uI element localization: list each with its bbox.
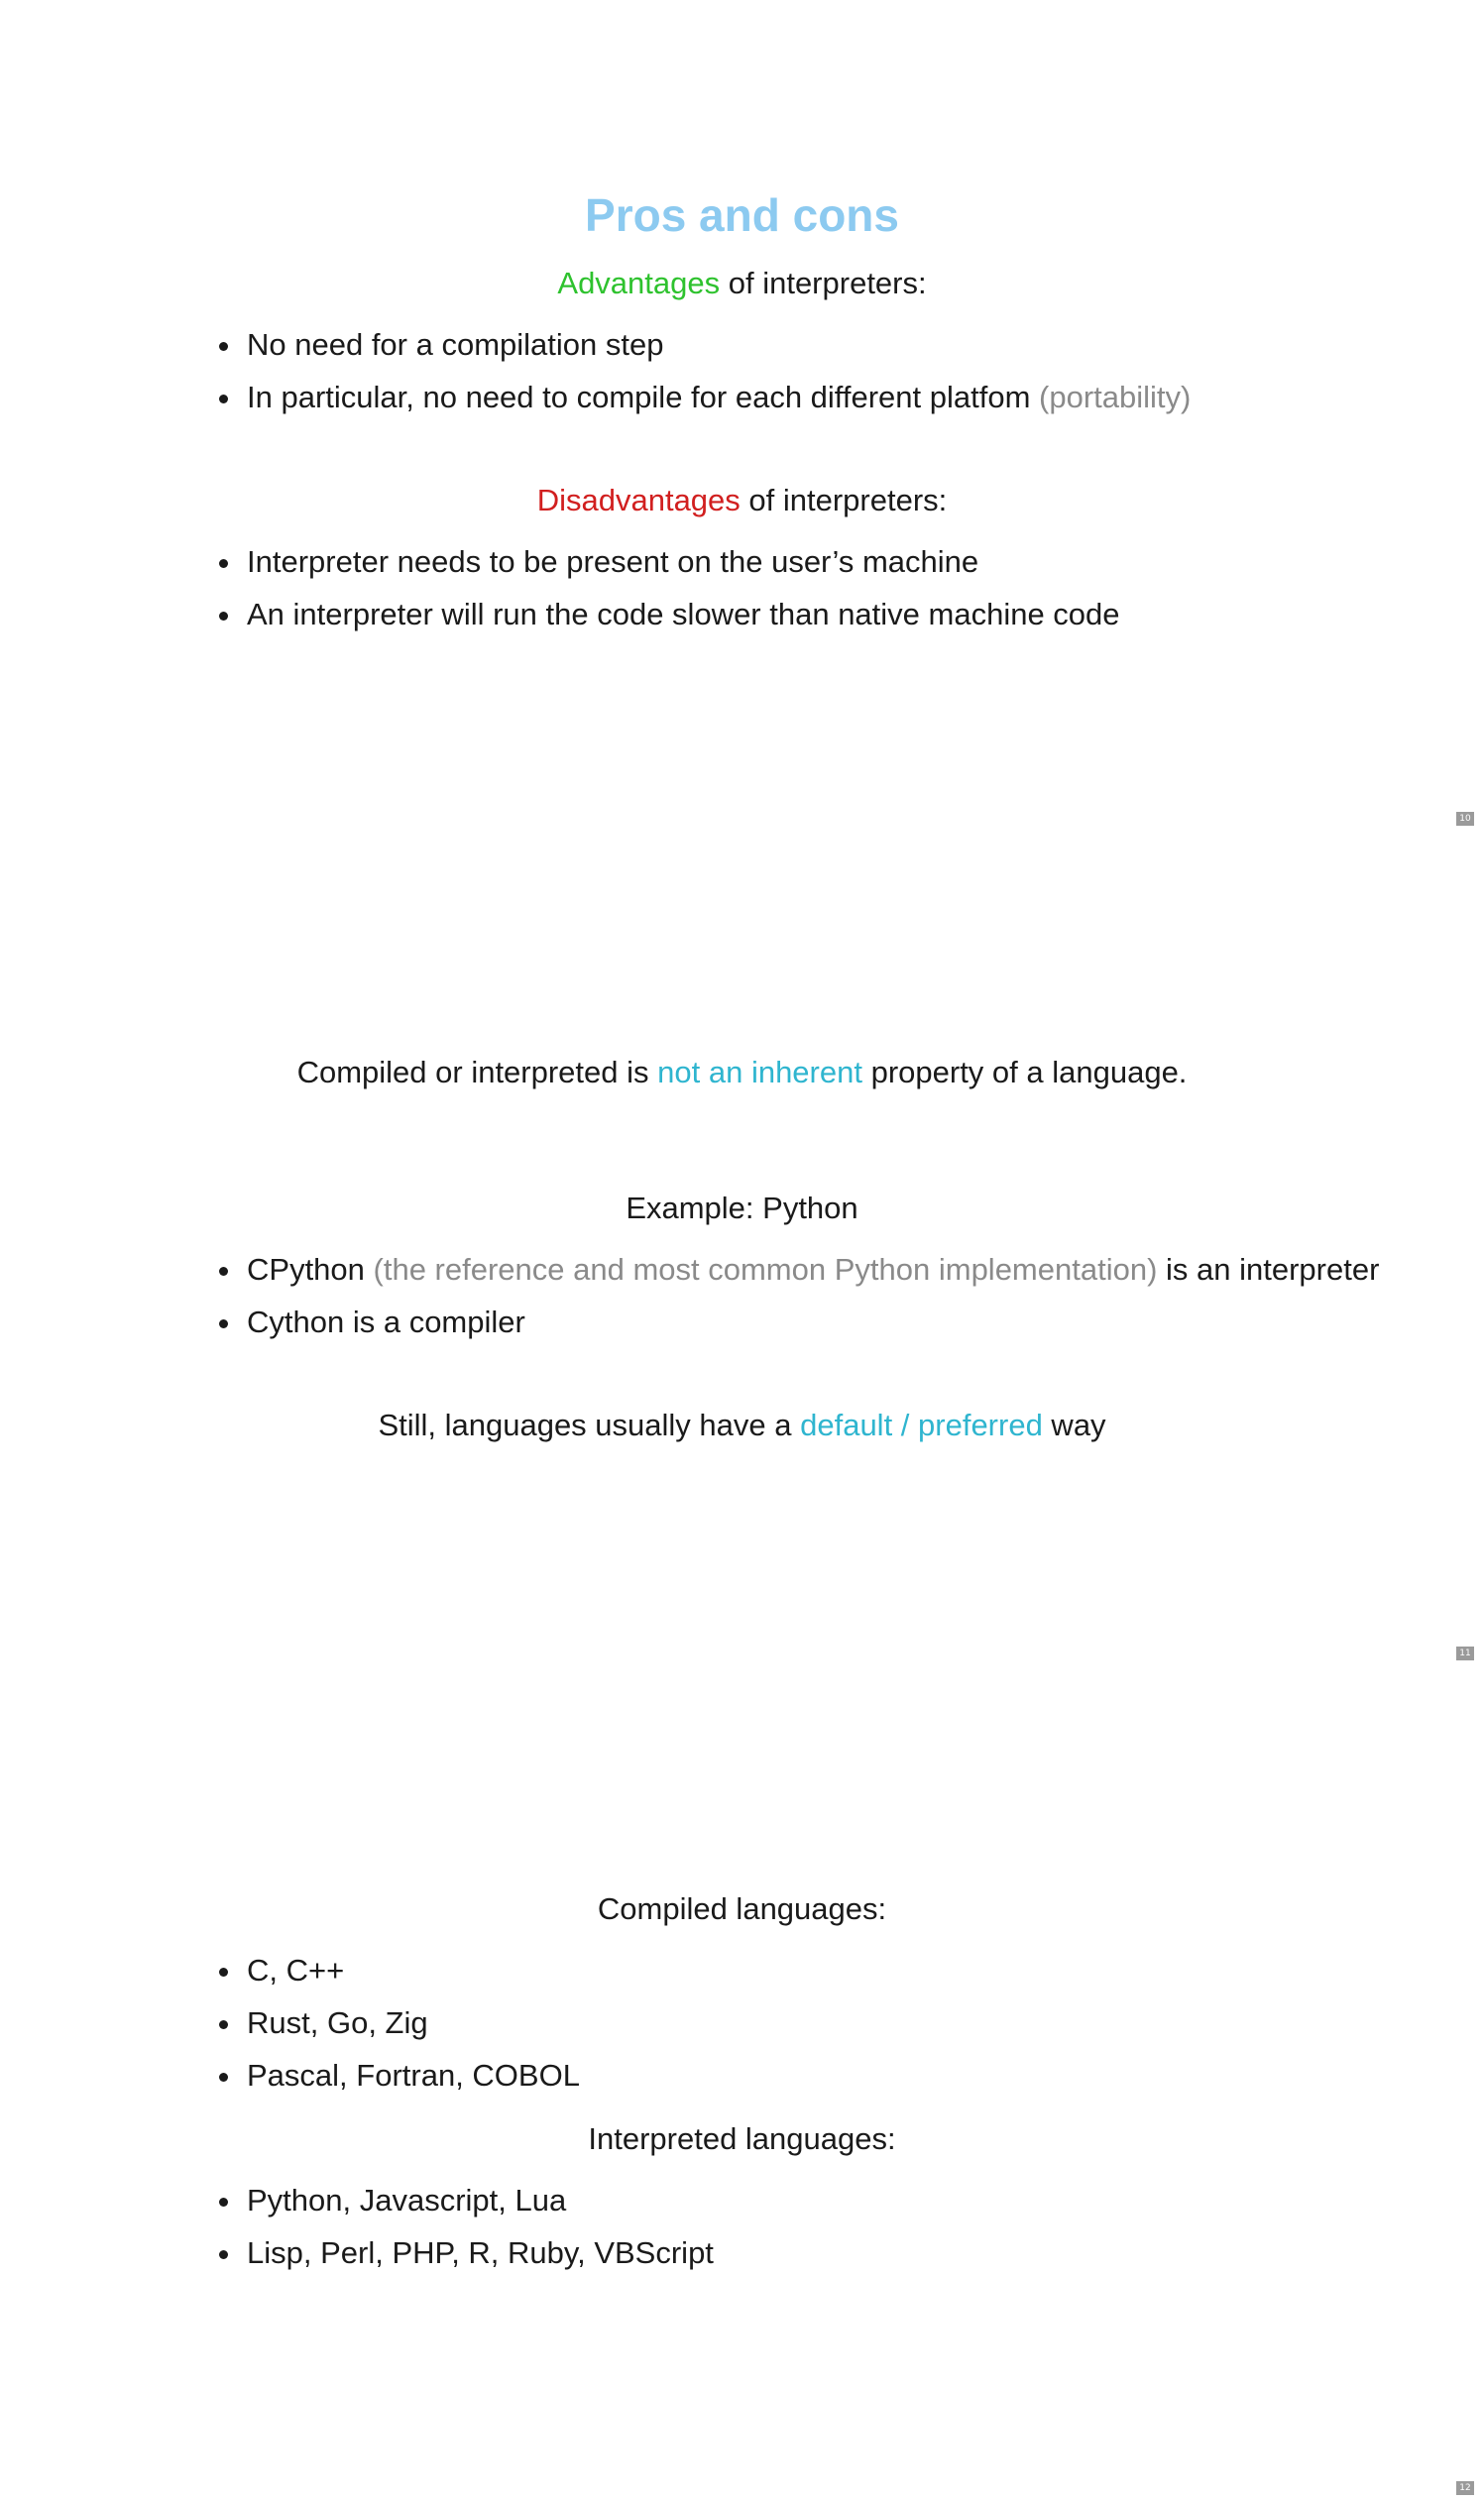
advantages-list: No need for a compilation step In partic… — [213, 325, 1191, 430]
list-item: C, C++ — [213, 1951, 580, 1991]
page-number-badge: 10 — [1456, 812, 1474, 826]
bullet-icon — [219, 1968, 228, 1977]
list-item-note: (the reference and most common Python im… — [373, 1252, 1158, 1287]
conclusion-before: Still, languages usually have a — [378, 1408, 801, 1442]
statement: Compiled or interpreted is not an inhere… — [0, 1053, 1484, 1092]
slide-11: Compiled or interpreted is not an inhere… — [0, 835, 1484, 1668]
list-item-text: Rust, Go, Zig — [247, 2005, 428, 2040]
page-number-badge: 11 — [1456, 1647, 1474, 1660]
slide-10: Pros and cons Advantages of interpreters… — [0, 0, 1484, 834]
list-item: Cython is a compiler — [213, 1303, 1379, 1342]
list-item-text: Interpreter needs to be present on the u… — [247, 544, 979, 579]
list-item: No need for a compilation step — [213, 325, 1191, 365]
list-item: In particular, no need to compile for ea… — [213, 378, 1191, 417]
bullet-icon — [219, 2073, 228, 2082]
list-item-text: In particular, no need to compile for ea… — [247, 380, 1040, 414]
list-item-text: Python, Javascript, Lua — [247, 2183, 567, 2218]
bullet-icon — [219, 2198, 228, 2207]
bullet-icon — [219, 395, 228, 403]
bullet-icon — [219, 1319, 228, 1328]
bullet-icon — [219, 559, 228, 568]
list-item-text-after: is an interpreter — [1157, 1252, 1380, 1287]
conclusion-after: way — [1042, 1408, 1106, 1442]
compiled-list: C, C++ Rust, Go, Zig Pascal, Fortran, CO… — [213, 1951, 580, 2108]
page-number-badge: 12 — [1456, 2481, 1474, 2495]
interpreted-heading: Interpreted languages: — [588, 2121, 896, 2156]
disadvantages-label: Disadvantages — [536, 483, 741, 517]
list-item: Rust, Go, Zig — [213, 2003, 580, 2043]
list-item-text: C, C++ — [247, 1953, 345, 1988]
list-item: CPython (the reference and most common P… — [213, 1250, 1379, 1290]
list-item: Lisp, Perl, PHP, R, Ruby, VBScript — [213, 2233, 714, 2273]
bullet-icon — [219, 2020, 228, 2029]
interpreted-list: Python, Javascript, Lua Lisp, Perl, PHP,… — [213, 2181, 714, 2286]
list-item-text: Cython is a compiler — [247, 1305, 525, 1339]
conclusion: Still, languages usually have a default … — [0, 1406, 1484, 1445]
list-item: Python, Javascript, Lua — [213, 2181, 714, 2220]
list-item-text: No need for a compilation step — [247, 327, 664, 362]
advantages-heading: Advantages of interpreters: — [0, 264, 1484, 303]
example-heading: Example: Python — [626, 1191, 858, 1225]
conclusion-highlight: default / preferred — [800, 1408, 1043, 1442]
compiled-heading: Compiled languages: — [597, 1891, 887, 1926]
disadvantages-heading-rest: of interpreters: — [740, 483, 948, 517]
statement-before: Compiled or interpreted is — [296, 1055, 658, 1089]
bullet-icon — [219, 1267, 228, 1276]
advantages-heading-rest: of interpreters: — [720, 266, 927, 300]
list-item: Pascal, Fortran, COBOL — [213, 2056, 580, 2096]
bullet-icon — [219, 342, 228, 351]
list-item-text: CPython — [247, 1252, 374, 1287]
list-item: An interpreter will run the code slower … — [213, 595, 1120, 634]
list-item-text: Pascal, Fortran, COBOL — [247, 2058, 580, 2093]
statement-after: property of a language. — [861, 1055, 1188, 1089]
disadvantages-list: Interpreter needs to be present on the u… — [213, 542, 1120, 647]
slide-12: Compiled languages: C, C++ Rust, Go, Zig… — [0, 1669, 1484, 2503]
bullet-icon — [219, 2250, 228, 2259]
list-item-note: (portability) — [1039, 380, 1192, 414]
advantages-label: Advantages — [557, 266, 721, 300]
examples-list: CPython (the reference and most common P… — [213, 1250, 1379, 1355]
slide-title: Pros and cons — [585, 189, 899, 241]
list-item-text: An interpreter will run the code slower … — [247, 597, 1120, 631]
statement-highlight: not an inherent — [657, 1055, 862, 1089]
list-item: Interpreter needs to be present on the u… — [213, 542, 1120, 582]
disadvantages-heading: Disadvantages of interpreters: — [0, 481, 1484, 520]
bullet-icon — [219, 612, 228, 621]
list-item-text: Lisp, Perl, PHP, R, Ruby, VBScript — [247, 2235, 714, 2270]
